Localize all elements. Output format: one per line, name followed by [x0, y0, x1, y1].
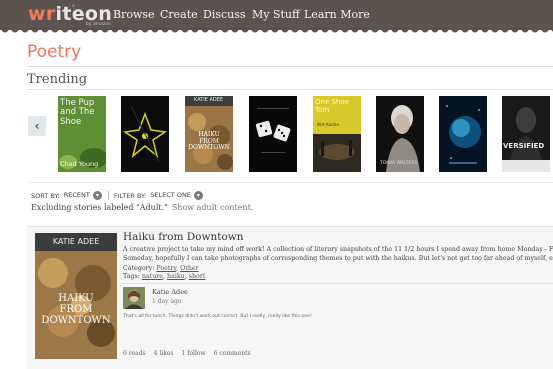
sort-filter-bar: SORT BY: RECENT ▾ FILTER BY: SELECT ONE ▾: [31, 191, 203, 200]
carousel-prev-button[interactable]: ‹: [28, 116, 46, 136]
book-cover-haiku-downtown[interactable]: KATIE ADEE HAIKU FROM DOWNTOWN: [185, 96, 233, 172]
category-link[interactable]: Other: [180, 265, 199, 272]
nav-my-stuff[interactable]: My Stuff: [252, 8, 300, 21]
nav-create[interactable]: Create: [160, 8, 198, 21]
story-title[interactable]: Haiku from Downtown: [123, 231, 244, 243]
book-cover-dark-star[interactable]: [121, 96, 169, 172]
sort-label: SORT BY:: [31, 191, 60, 200]
book-author: Chad Young: [60, 160, 99, 168]
page-title: Poetry: [27, 42, 82, 62]
cover-art: [502, 96, 550, 172]
story-categories: Category: Poetry, Other: [123, 265, 199, 272]
cover-art: [439, 96, 487, 172]
book-cover-dice[interactable]: [249, 96, 297, 172]
comment-time: 1 day ago: [152, 298, 182, 305]
filter-dropdown[interactable]: SELECT ONE ▾: [150, 191, 203, 200]
logo-prefix: wr: [28, 3, 56, 25]
book-title: The Pup and The Shoe: [60, 98, 95, 127]
category-link[interactable]: Poetry: [156, 265, 176, 272]
chevron-down-icon: ▾: [92, 191, 102, 200]
show-adult-link[interactable]: Show adult content.: [172, 203, 254, 212]
story-tags: Tags: nature, haiku, short: [123, 273, 206, 280]
logo-byline: by amazon: [86, 22, 111, 27]
book-cover-one-shoe[interactable]: One Shoe Tom Wd Koshe: [313, 96, 361, 172]
cover-author: KATIE ADEE: [52, 237, 100, 246]
book-author: KATIE ADEE: [194, 97, 224, 103]
cover-art: [121, 96, 169, 172]
comment-author[interactable]: Katie Adee: [152, 288, 188, 296]
divider: [27, 182, 553, 183]
follow-count[interactable]: 1 follow: [181, 350, 205, 357]
book-cover-planet[interactable]: [439, 96, 487, 172]
comment-text: That's all for lunch. Things didn't work…: [123, 314, 312, 319]
nav-learn-more[interactable]: Learn More: [304, 8, 370, 21]
tag-link[interactable]: short: [189, 273, 206, 280]
divider: [107, 191, 109, 200]
chevron-down-icon: ▾: [193, 191, 203, 200]
divider: [27, 66, 553, 67]
comments-count[interactable]: 6 comments: [214, 350, 251, 357]
trending-heading: Trending: [27, 72, 88, 87]
logo-mark-small: a: [72, 4, 75, 9]
book-author: TONYA WALTERS: [380, 161, 418, 166]
filter-label: FILTER BY:: [113, 191, 147, 200]
adult-filter-notice: Excluding stories labeled "Adult." Show a…: [31, 203, 253, 212]
book-cover-versified[interactable]: VERSIFIED: [502, 96, 550, 172]
cover-art: [249, 96, 297, 172]
story-stats: 6 reads 4 likes 1 follow 6 comments: [123, 350, 259, 357]
avatar[interactable]: [123, 287, 145, 309]
sort-dropdown[interactable]: RECENT ▾: [64, 191, 102, 200]
book-title: HAIKU FROM DOWNTOWN: [188, 131, 230, 152]
story-description: A creative project to take my mind off w…: [123, 246, 553, 262]
book-cover-pup-and-shoe[interactable]: The Pup and The Shoe Chad Young: [58, 96, 106, 172]
book-title: One Shoe Tom: [315, 98, 349, 114]
nav-browse[interactable]: Browse: [113, 8, 155, 21]
avatar-image: [123, 287, 145, 309]
book-author: Wd Koshe: [317, 123, 340, 128]
book-title: VERSIFIED: [503, 142, 545, 150]
header-scallop-edge: [0, 28, 553, 33]
exclude-text: Excluding stories labeled "Adult.": [31, 203, 168, 212]
tag-link[interactable]: haiku: [167, 273, 185, 280]
likes-count[interactable]: 4 likes: [154, 350, 174, 357]
nav-discuss[interactable]: Discuss: [203, 8, 246, 21]
book-cover-portrait[interactable]: TONYA WALTERS: [376, 96, 424, 172]
reads-count: 6 reads: [123, 350, 146, 357]
tag-link[interactable]: nature: [142, 273, 163, 280]
cover-title: HAIKU FROM DOWNTOWN: [41, 293, 111, 326]
divider: [123, 283, 553, 284]
story-cover[interactable]: KATIE ADEE HAIKU FROM DOWNTOWN: [35, 233, 117, 359]
divider: [27, 89, 553, 90]
